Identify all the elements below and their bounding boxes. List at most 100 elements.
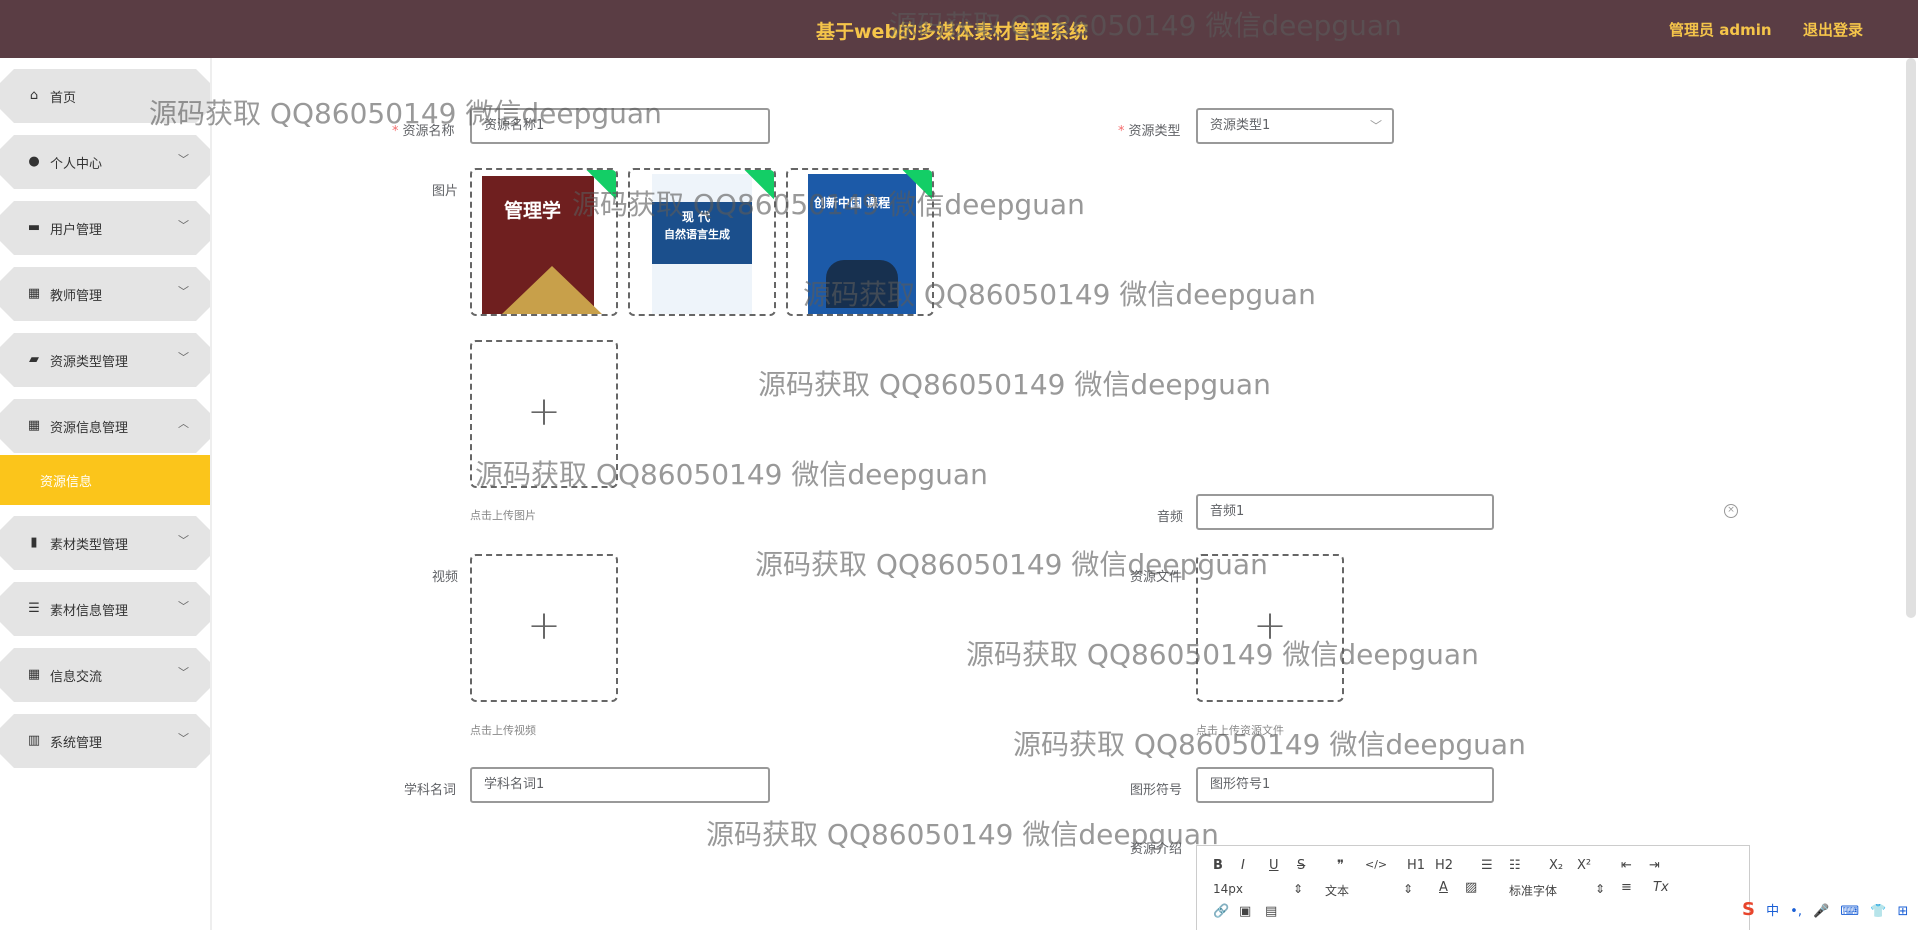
chevron-down-icon: ﹀ (178, 153, 189, 166)
align-icon[interactable]: ≡ (1621, 880, 1632, 895)
subject-input[interactable]: 学科名词1 (470, 767, 770, 803)
sidebar-item-material-types[interactable]: ▮ 素材类型管理 ﹀ (0, 516, 210, 570)
image-thumbnail[interactable]: 管理学 (470, 168, 618, 316)
cover-title: 创新中国 课程 (814, 196, 891, 210)
plus-icon: + (527, 389, 561, 435)
h1-button[interactable]: H1 (1407, 858, 1425, 873)
sidebar-item-label: 首页 (50, 91, 77, 106)
symbol-input[interactable]: 图形符号1 (1196, 767, 1494, 803)
logout-button[interactable]: 退出登录 (1803, 19, 1863, 40)
apps-icon[interactable]: ⊞ (1898, 904, 1909, 919)
code-button[interactable]: </> (1365, 858, 1387, 871)
ordered-list-button[interactable]: ☰ (1481, 858, 1493, 873)
sidebar-item-label: 个人中心 (50, 157, 103, 172)
ime-toolbar: S 中 •, 🎤 ⌨ 👕 ⊞ (1742, 899, 1918, 923)
library-icon: ▥ (27, 733, 41, 748)
sidebar-item-label: 资源类型管理 (50, 355, 129, 370)
superscript-button[interactable]: X² (1577, 858, 1591, 873)
sidebar-item-system[interactable]: ▥ 系统管理 ﹀ (0, 714, 210, 768)
outdent-icon[interactable]: ⇤ (1621, 858, 1632, 873)
symbol-label: 图形符号 (1130, 783, 1183, 798)
user-icon: ● (28, 154, 40, 169)
plus-icon: + (527, 603, 561, 649)
ime-punct[interactable]: •, (1790, 904, 1802, 919)
sidebar-item-users[interactable]: ▬ 用户管理 ﹀ (0, 201, 210, 255)
top-header: 基于web的多媒体素材管理系统 管理员 admin 退出登录 (0, 0, 1918, 58)
h2-button[interactable]: H2 (1435, 858, 1453, 873)
chevron-down-icon: ﹀ (178, 285, 189, 298)
resource-file-upload-button[interactable]: + (1196, 554, 1344, 702)
grid-icon: ▦ (27, 667, 41, 682)
sidebar-item-label: 资源信息管理 (50, 421, 129, 436)
chat-icon: ▬ (27, 220, 41, 235)
image-thumbnail[interactable]: 创新中国 课程 (786, 168, 934, 316)
audio-input[interactable]: 音频1 (1196, 494, 1494, 530)
book-cover-image: 管理学 (482, 176, 602, 314)
ime-lang[interactable]: 中 (1766, 904, 1779, 919)
resource-type-label: * 资源类型 (1118, 124, 1181, 139)
chevron-up-icon: ︿ (178, 417, 189, 430)
rich-text-editor[interactable]: B I U S ❞ </> H1 H2 ☰ ☷ X₂ X² ⇤ ⇥ 14px ⇕… (1196, 845, 1750, 930)
subscript-button[interactable]: X₂ (1549, 858, 1563, 873)
keyboard-icon[interactable]: ⌨ (1840, 904, 1859, 919)
home-icon: ⌂ (29, 88, 39, 103)
italic-button[interactable]: I (1241, 858, 1245, 873)
sidebar-item-resource-types[interactable]: ▰ 资源类型管理 ﹀ (0, 333, 210, 387)
resource-file-upload-tip: 点击上传资源文件 (1196, 724, 1284, 737)
image-upload-button[interactable]: + (470, 340, 618, 488)
app-title: 基于web的多媒体素材管理系统 (816, 21, 1089, 43)
chevron-down-icon: ﹀ (178, 351, 189, 364)
sidebar-item-home[interactable]: ⌂ 首页 (0, 69, 210, 123)
sidebar-item-profile[interactable]: ● 个人中心 ﹀ (0, 135, 210, 189)
sidebar-divider (210, 58, 212, 930)
indent-icon[interactable]: ⇥ (1649, 858, 1660, 873)
sidebar-item-teachers[interactable]: ▦ 教师管理 ﹀ (0, 267, 210, 321)
sidebar-subitem-resource-info[interactable]: 资源信息 (0, 455, 210, 505)
background-color-icon[interactable]: ▨ (1465, 880, 1477, 895)
underline-button[interactable]: U (1269, 858, 1279, 873)
skin-icon[interactable]: 👕 (1870, 904, 1886, 919)
chevron-down-icon: ﹀ (1369, 119, 1382, 133)
sidebar-item-label: 用户管理 (50, 223, 103, 238)
image-label: 图片 (432, 184, 459, 199)
sidebar: ⌂ 首页 ● 个人中心 ﹀ ▬ 用户管理 ﹀ ▦ 教师管理 ﹀ ▰ 资源类型管理… (0, 58, 210, 930)
strike-button[interactable]: S (1297, 858, 1305, 873)
intro-label: 资源介绍 (1130, 842, 1183, 857)
link-icon[interactable]: 🔗 (1213, 904, 1229, 919)
sidebar-item-label: 信息交流 (50, 670, 103, 685)
sidebar-item-label: 教师管理 (50, 289, 103, 304)
book-cover-image: 现 代 自然语言生成 (652, 174, 752, 314)
clear-icon[interactable]: × (1724, 504, 1738, 518)
bar-chart-icon: ▮ (30, 535, 38, 550)
resource-name-input[interactable]: 资源名称1 (470, 108, 770, 144)
chevron-down-icon: ﹀ (178, 732, 189, 745)
sidebar-item-material-info[interactable]: ☰ 素材信息管理 ﹀ (0, 582, 210, 636)
video-icon[interactable]: ▤ (1265, 904, 1277, 919)
select-arrow-icon: ⇕ (1293, 882, 1304, 896)
chevron-down-icon: ﹀ (178, 219, 189, 232)
select-arrow-icon: ⇕ (1403, 882, 1414, 896)
microphone-icon[interactable]: 🎤 (1813, 904, 1829, 919)
briefcase-icon: ▰ (29, 352, 39, 367)
cover-subtitle: 自然语言生成 (664, 228, 730, 241)
resource-type-select[interactable]: 资源类型1 ﹀ (1196, 108, 1394, 144)
clear-format-icon[interactable]: Tx (1653, 880, 1669, 895)
sogou-logo-icon: S (1742, 899, 1755, 920)
image-thumbnail[interactable]: 现 代 自然语言生成 (628, 168, 776, 316)
admin-user-link[interactable]: 管理员 admin (1669, 19, 1772, 40)
page-scrollbar[interactable] (1906, 58, 1916, 618)
font-size-select[interactable]: 14px (1213, 882, 1243, 896)
video-upload-button[interactable]: + (470, 554, 618, 702)
sidebar-item-label: 系统管理 (50, 736, 103, 751)
font-color-icon[interactable]: A (1439, 880, 1448, 895)
quote-button[interactable]: ❞ (1337, 858, 1344, 873)
font-family-select[interactable]: 标准字体 (1509, 882, 1557, 899)
image-icon[interactable]: ▣ (1239, 904, 1251, 919)
bold-button[interactable]: B (1213, 858, 1223, 873)
sidebar-item-messages[interactable]: ▦ 信息交流 ﹀ (0, 648, 210, 702)
sidebar-item-resource-info[interactable]: ▦ 资源信息管理 ︿ (0, 399, 210, 453)
book-cover-image: 创新中国 课程 (808, 174, 916, 314)
format-select[interactable]: 文本 (1325, 882, 1349, 899)
watermark: 源码获取 QQ86050149 微信deepguan (758, 368, 1271, 401)
bullet-list-button[interactable]: ☷ (1509, 858, 1521, 873)
